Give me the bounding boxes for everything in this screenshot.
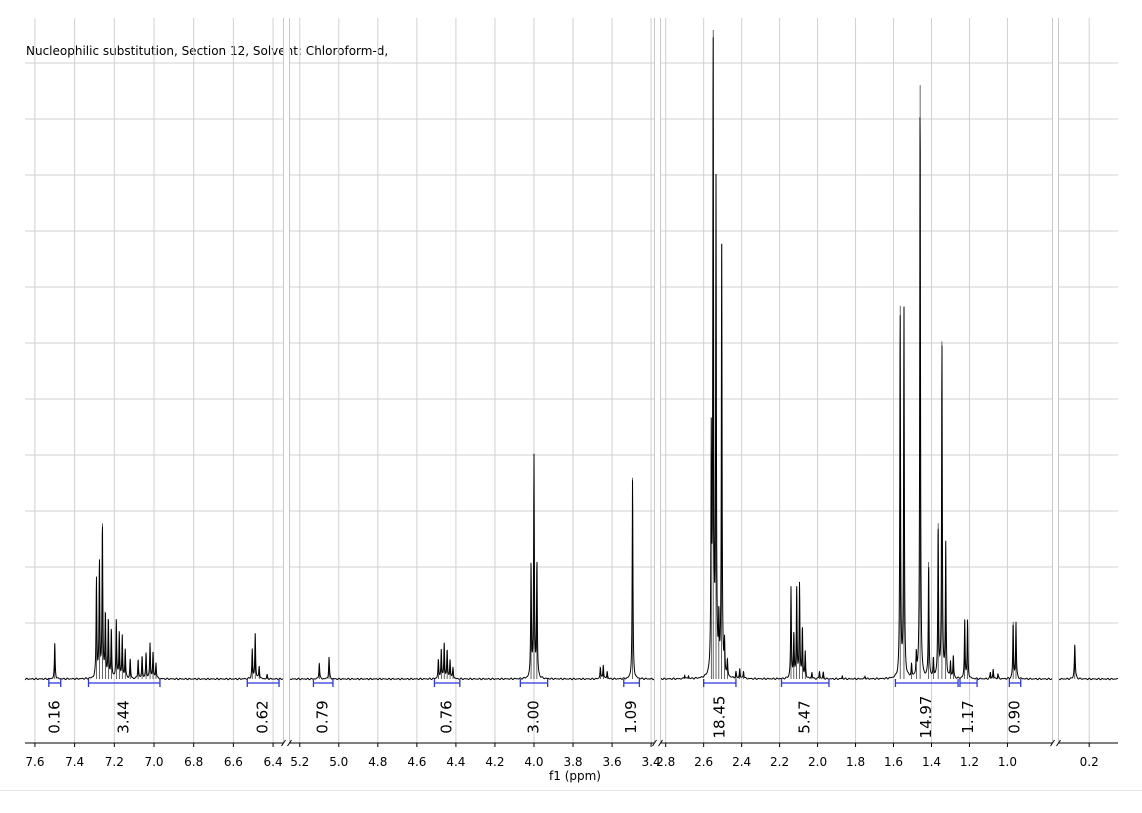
x-tick-label: 6.6 (224, 755, 243, 769)
x-tick-label: 1.2 (960, 755, 979, 769)
integral-region: 1.17 (959, 679, 978, 734)
x-tick-label: 6.8 (184, 755, 203, 769)
axis-break-mark (281, 18, 292, 749)
x-tick-label: 4.6 (407, 755, 426, 769)
integral-region: 5.47 (780, 679, 830, 734)
grid-layer (25, 18, 1118, 743)
bottom-divider (0, 790, 1142, 791)
x-tick-label: 4.0 (524, 755, 543, 769)
integral-value-label: 1.17 (959, 700, 977, 733)
x-tick-label: 7.6 (25, 755, 44, 769)
x-tick-label: 2.2 (770, 755, 789, 769)
x-tick-label: 0.2 (1080, 755, 1099, 769)
integral-region: 3.44 (87, 679, 161, 734)
integral-value-label: 3.44 (115, 700, 133, 733)
x-tick-label: 6.4 (264, 755, 283, 769)
integral-value-label: 0.79 (314, 700, 332, 733)
spectrum-trace-layer (24, 30, 1119, 681)
axis-break-mark (1050, 18, 1061, 749)
x-tick-label: 3.8 (563, 755, 582, 769)
x-tick-label: 2.4 (732, 755, 751, 769)
x-tick-label: 2.8 (656, 755, 675, 769)
x-axis-label: f1 (ppm) (549, 769, 601, 783)
integral-value-label: 3.00 (524, 700, 542, 733)
integral-value-label: 14.97 (917, 696, 935, 739)
integral-value-label: 5.47 (796, 700, 814, 733)
integral-region: 0.16 (45, 679, 63, 734)
integral-value-label: 0.90 (1006, 700, 1024, 733)
x-tick-label: 2.6 (694, 755, 713, 769)
integral-value-label: 1.09 (622, 700, 640, 733)
spectrum-trace-segment (659, 37, 1054, 681)
x-tick-label: 5.2 (290, 755, 309, 769)
x-tick-label: 4.2 (485, 755, 504, 769)
integral-region: 1.09 (622, 679, 640, 734)
spectrum-trace-segment (1057, 644, 1119, 681)
integral-region: 14.97 (894, 679, 959, 739)
integral-region: 0.90 (1006, 679, 1024, 734)
x-axis: 7.6 7.4 7.2 7.0 6.8 6.6 6.4 5.2 5.0 4.8 4.6 4.4 4.2 4… (25, 18, 1118, 769)
x-tick-label: 7.4 (65, 755, 84, 769)
x-tick-label: 5.0 (329, 755, 348, 769)
x-tick-label: 2.0 (808, 755, 827, 769)
x-tick-label: 4.4 (446, 755, 465, 769)
integral-value-label: 0.62 (254, 700, 272, 733)
axis-break-mark (652, 18, 663, 749)
integral-value-label: 0.76 (438, 700, 456, 733)
x-tick-label: 7.0 (144, 755, 163, 769)
x-tick-label: 1.8 (846, 755, 865, 769)
integral-region: 0.79 (312, 679, 334, 734)
x-tick-label: 7.2 (105, 755, 124, 769)
nmr-spectrum-chart: 0.16 3.44 0.62 0.79 0.76 3.00 1.09 18.45 5.47 14.… (24, 18, 1119, 783)
x-tick-label: 1.4 (922, 755, 941, 769)
integral-value-label: 0.16 (45, 700, 63, 733)
integral-value-label: 18.45 (710, 696, 728, 739)
integral-region: 18.45 (703, 679, 737, 739)
x-tick-label: 1.6 (884, 755, 903, 769)
x-tick-label: 1.0 (998, 755, 1017, 769)
integral-region: 0.62 (246, 679, 280, 734)
x-tick-label: 4.8 (368, 755, 387, 769)
x-tick-label: 3.6 (603, 755, 622, 769)
